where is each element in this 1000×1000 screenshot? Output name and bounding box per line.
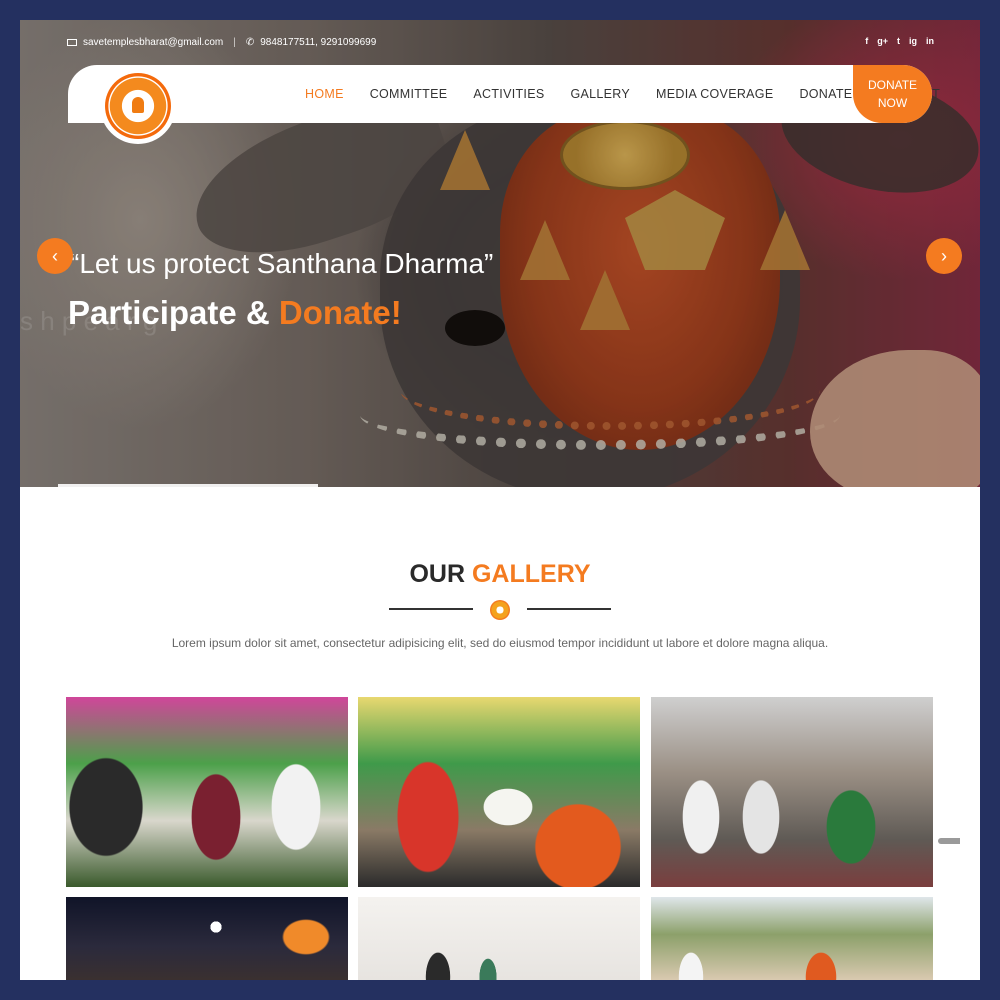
phone-icon: ✆ (245, 37, 255, 48)
page-frame: savetemplesbharat@gmail.com | ✆ 98481775… (20, 20, 980, 980)
hero-headline-accent: Donate! (278, 294, 402, 331)
mail-icon (67, 39, 77, 46)
donate-now-label-line2: NOW (877, 96, 908, 110)
nav-item-activities[interactable]: ACTIVITIES (460, 87, 557, 101)
slider-progress (58, 484, 318, 487)
nav-item-home[interactable]: HOME (292, 87, 357, 101)
donate-now-button[interactable]: DONATE NOW (853, 65, 932, 123)
gallery-photo[interactable] (358, 897, 640, 980)
heading-divider-right (527, 608, 611, 610)
contact-email[interactable]: savetemplesbharat@gmail.com (83, 37, 223, 48)
site-logo[interactable] (100, 68, 176, 144)
nav-item-gallery[interactable]: GALLERY (557, 87, 643, 101)
linkedin-icon[interactable]: in (926, 36, 934, 46)
facebook-icon[interactable]: f (865, 36, 868, 46)
contact-info: savetemplesbharat@gmail.com | ✆ 98481775… (67, 37, 376, 48)
scroll-handle[interactable] (938, 838, 960, 844)
top-contact-bar: savetemplesbharat@gmail.com | ✆ 98481775… (20, 20, 980, 56)
hero-slider: savetemplesbharat@gmail.com | ✆ 98481775… (20, 20, 980, 487)
chevron-left-icon: ‹ (52, 246, 58, 266)
main-navbar: HOME COMMITTEE ACTIVITIES GALLERY MEDIA … (68, 65, 940, 123)
slider-next-button[interactable]: › (926, 238, 962, 274)
gallery-photo[interactable] (651, 897, 933, 980)
hero-headline: Participate & Donate! (68, 294, 402, 332)
gallery-description: Lorem ipsum dolor sit amet, consectetur … (171, 636, 829, 650)
gallery-heading-accent: GALLERY (471, 560, 591, 588)
twitter-icon[interactable]: t (897, 36, 900, 46)
sun-divider-icon (490, 600, 510, 620)
nav-item-committee[interactable]: COMMITTEE (357, 87, 461, 101)
google-plus-icon[interactable]: g+ (877, 36, 888, 46)
nav-item-media-coverage[interactable]: MEDIA COVERAGE (643, 87, 786, 101)
hero-headline-text: Participate & (68, 294, 279, 331)
gallery-photo[interactable] (358, 697, 640, 887)
slider-prev-button[interactable]: ‹ (37, 238, 73, 274)
chevron-right-icon: › (941, 246, 947, 266)
gallery-photo[interactable] (66, 697, 348, 887)
donate-now-label-line1: DONATE (867, 78, 918, 92)
heading-divider-left (389, 608, 473, 610)
gallery-heading-text: OUR (409, 560, 472, 588)
contact-separator: | (233, 37, 236, 48)
hero-quote: “Let us protect Santhana Dharma” (70, 248, 494, 279)
social-links: f g+ t ig in (865, 36, 934, 46)
gallery-photo[interactable] (651, 697, 933, 887)
contact-phone[interactable]: 9848177511, 9291099699 (260, 37, 376, 48)
gallery-heading: OUR GALLERY (20, 560, 980, 589)
sun-logo-icon (105, 73, 171, 139)
instagram-icon[interactable]: ig (909, 36, 917, 46)
gallery-photo[interactable] (66, 897, 348, 980)
